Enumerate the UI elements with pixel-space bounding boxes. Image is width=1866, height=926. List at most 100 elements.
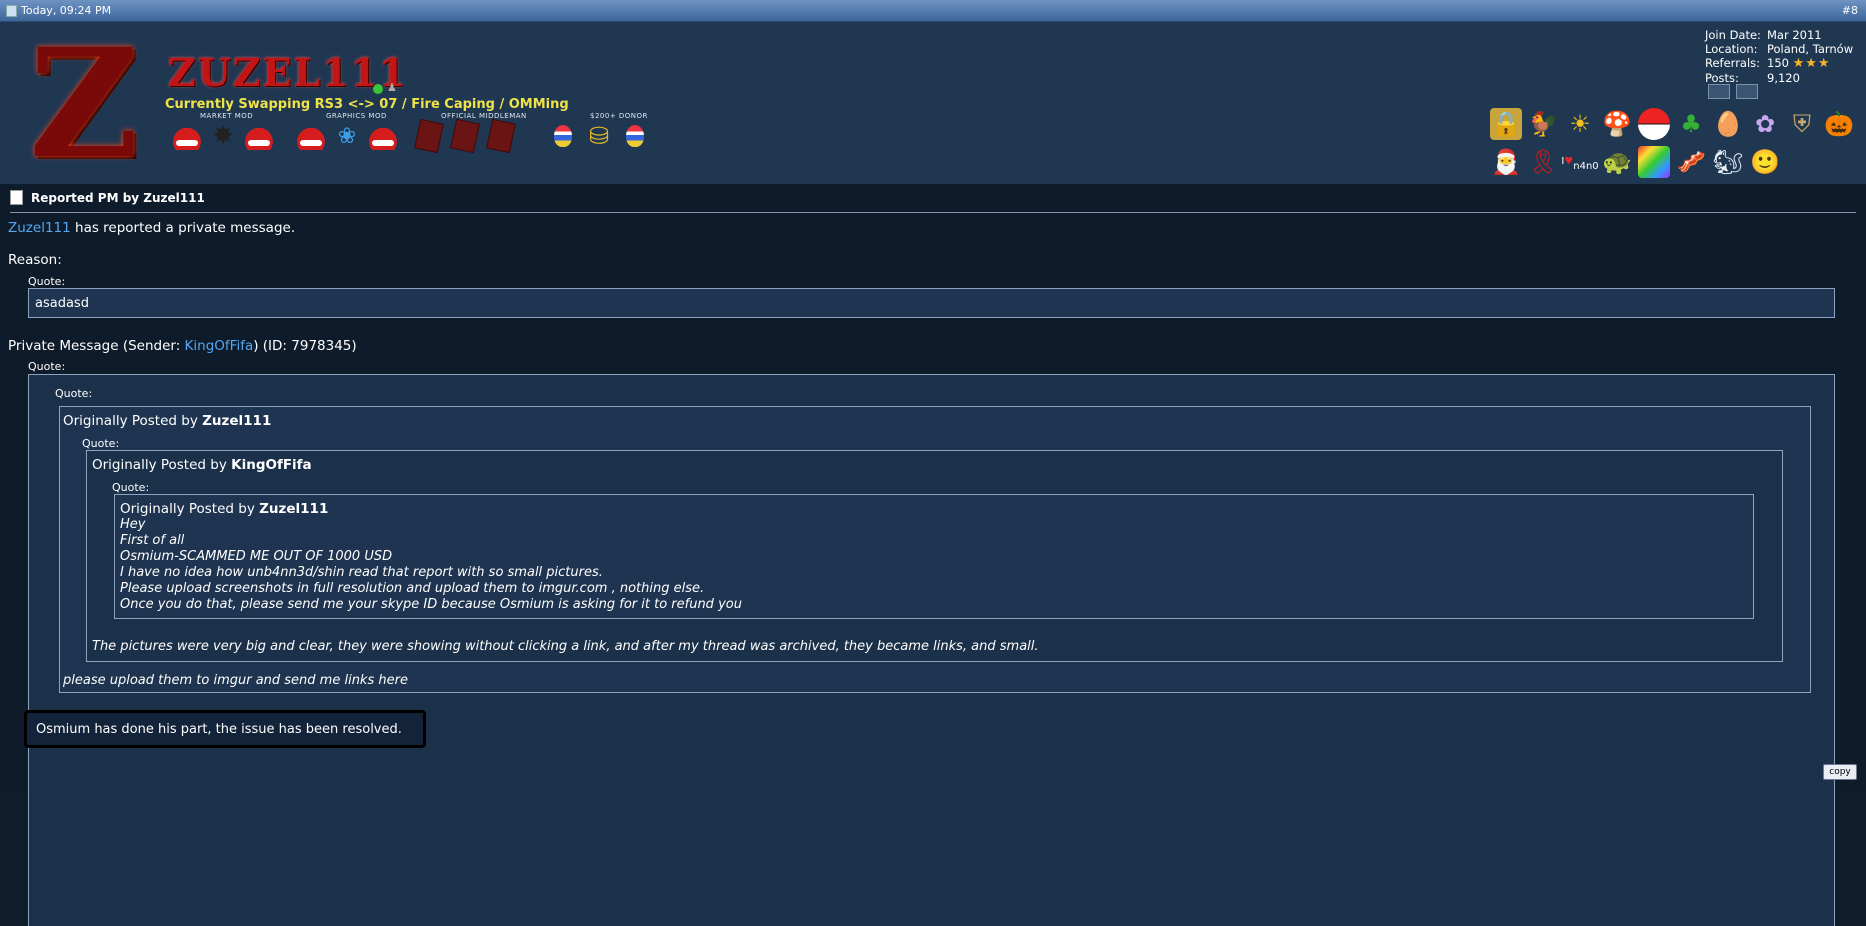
reason-text: asadasd — [35, 296, 89, 311]
rank-label-market-mod: MARKET MOD — [200, 112, 254, 120]
ribbon-icon: 🎗 — [1527, 148, 1559, 176]
flower-icon: ✿ — [1754, 110, 1776, 138]
quote-3-line: I have no idea how unb4nn3d/shin read th… — [120, 565, 603, 580]
pm-info: Private Message (Sender: KingOfFifa) (ID… — [8, 338, 357, 354]
rank-label-graphics-mod: GRAPHICS MOD — [326, 112, 387, 120]
q1-author: Zuzel111 — [202, 413, 272, 429]
resolution-message: Osmium has done his part, the issue has … — [24, 710, 426, 748]
rooster-icon: 🐓 — [1528, 110, 1558, 138]
post-icon — [6, 4, 17, 17]
squirrel-icon: 🐿 — [1712, 148, 1744, 176]
online-status-icon — [373, 84, 383, 94]
pm-sender-link[interactable]: KingOfFifa — [185, 338, 254, 354]
reporter-link[interactable]: Zuzel111 — [8, 220, 71, 236]
quote-level-1: Originally Posted by Zuzel111 Quote: Ori… — [59, 406, 1811, 693]
clover-icon: ♣ — [1680, 110, 1702, 138]
orig-posted-by: Originally Posted by — [92, 457, 232, 473]
reason-quote-box: asadasd — [28, 288, 1835, 318]
mushroom-icon: 🍄 — [1602, 110, 1632, 138]
user-bar: Z ZUZEL111 ♟ Currently Swapping RS3 <-> … — [0, 22, 1866, 184]
easter-egg-icon: 🥚 — [1713, 110, 1743, 138]
turtle-icon: 🐢 — [1602, 148, 1632, 176]
i-heart-n4n0-icon: I ♥ n4n0 — [1561, 156, 1599, 172]
location-value: Poland, Tarnów — [1767, 42, 1854, 56]
santa-icon: 🎅 — [1491, 148, 1521, 176]
report-title: Reported PM by Zuzel111 — [10, 190, 205, 205]
pumpkin-icon: 🎃 — [1824, 110, 1854, 138]
quote-3-line: Once you do that, please send me your sk… — [120, 597, 742, 612]
pm-suffix: ) (ID: 7978345) — [253, 338, 357, 354]
quote-label: Quote: — [82, 437, 120, 450]
rank-icons: ✸ ❀ ⛁ — [172, 118, 650, 154]
quote-2-reply: The pictures were very big and clear, th… — [92, 639, 1039, 654]
resolution-text: Osmium has done his part, the issue has … — [36, 721, 402, 737]
quote-label: Quote: — [55, 387, 93, 400]
quote-3-line: Please upload screenshots in full resolu… — [120, 581, 705, 596]
referrals-value: 150 — [1767, 56, 1789, 70]
sun-13-icon: ☀ — [1569, 110, 1591, 138]
red-partyhat-icon — [244, 122, 274, 150]
document-icon — [10, 190, 23, 205]
post-number-link[interactable]: #8 — [1842, 4, 1858, 17]
bacon-icon: 🥓 — [1676, 148, 1706, 176]
scam-thread-link[interactable]: Osmium-SCAMMED ME OUT OF 1000 USD — [120, 549, 392, 564]
book-icon — [414, 118, 444, 154]
orig-posted-by: Originally Posted by — [63, 413, 203, 429]
copy-button[interactable]: copy — [1823, 764, 1857, 780]
award-icons: 🔒 🐓 ☀ 🍄 ♣ 🥚 ✿ ⛨ 🎃 🎅 🎗 I ♥ n4n0 🐢 🥓 🐿 🙂 — [1490, 108, 1860, 178]
username[interactable]: ZUZEL111 — [168, 50, 408, 95]
quote-1-reply: please upload them to imgur and send me … — [63, 673, 408, 688]
posts-value: 9,120 — [1767, 71, 1800, 85]
reason-label: Reason: — [8, 252, 62, 268]
user-profile-icon[interactable]: ♟ — [387, 82, 398, 94]
referral-stars-icon: ★★★ — [1792, 56, 1831, 71]
quote-label: Quote: — [28, 360, 66, 373]
book-icon — [486, 118, 516, 154]
report-title-text: Reported PM by Zuzel111 — [31, 190, 205, 205]
rainbow-icon — [1638, 146, 1670, 178]
quote-level-2: Originally Posted by KingOfFifa Quote: O… — [86, 450, 1783, 662]
quote-3-line: First of all — [120, 533, 185, 548]
q3-author: Zuzel111 — [259, 501, 329, 517]
forum-post: Today, 09:24 PM #8 Z ZUZEL111 ♟ Currentl… — [0, 0, 1866, 926]
referrals-label: Referrals: — [1705, 56, 1761, 70]
pokeball-icon — [1638, 108, 1670, 140]
pm-prefix: Private Message (Sender: — [8, 338, 185, 354]
book-icon — [450, 118, 480, 154]
quote-label: Quote: — [28, 275, 66, 288]
dark-star-icon: ✸ — [212, 121, 234, 151]
red-partyhat-icon — [368, 122, 398, 150]
easter-egg-icon — [626, 125, 644, 147]
user-title: Currently Swapping RS3 <-> 07 / Fire Cap… — [165, 97, 569, 112]
color-badge-icon[interactable] — [1708, 84, 1730, 99]
location-label: Location: — [1705, 42, 1758, 56]
post-content: Reported PM by Zuzel111 Zuzel111 has rep… — [0, 184, 1866, 926]
quote-3-author: Originally Posted by Zuzel111 — [120, 501, 328, 517]
skype-icon[interactable] — [1736, 84, 1758, 99]
red-partyhat-icon — [296, 122, 326, 150]
gold-coins-icon: ⛁ — [588, 122, 610, 150]
quote-level-3: Originally Posted by Zuzel111 Hey First … — [114, 494, 1754, 619]
rank-label-official-middleman: OFFICIAL MIDDLEMAN — [441, 112, 527, 120]
lock-icon: 🔒 — [1490, 108, 1522, 140]
report-summary: Zuzel111 has reported a private message. — [8, 220, 295, 236]
avatar[interactable]: Z — [10, 29, 158, 179]
post-header: Today, 09:24 PM #8 — [0, 0, 1866, 22]
report-summary-text: has reported a private message. — [70, 220, 296, 236]
easter-egg-icon — [554, 125, 572, 147]
posts-label: Posts: — [1705, 71, 1739, 85]
q2-author: KingOfFifa — [231, 457, 312, 473]
profile-mini-icons — [1708, 84, 1758, 99]
face-icon: 🙂 — [1750, 148, 1780, 176]
rank-label-donor: $200+ DONOR — [590, 112, 648, 120]
orig-posted-by: Originally Posted by — [120, 501, 260, 517]
feather-icon: ❀ — [337, 123, 357, 149]
quote-3-line: Hey — [120, 517, 146, 532]
divider — [10, 212, 1856, 213]
join-date-label: Join Date: — [1705, 28, 1761, 42]
quote-1-author: Originally Posted by Zuzel111 — [63, 413, 271, 429]
quote-label: Quote: — [112, 481, 150, 494]
pm-quote-box: Quote: Originally Posted by Zuzel111 Quo… — [28, 374, 1835, 926]
